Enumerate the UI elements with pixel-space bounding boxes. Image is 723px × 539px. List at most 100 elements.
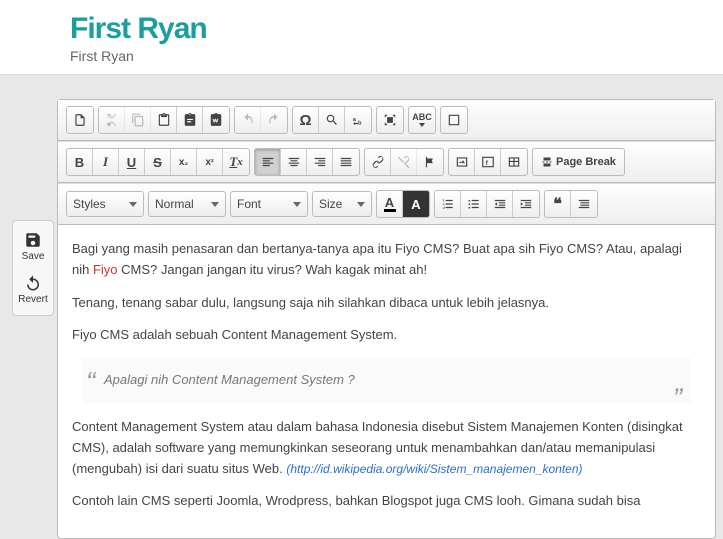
toolbar-row-3: Styles Normal Font Size A A ❝	[58, 183, 715, 225]
align-left-button[interactable]	[255, 149, 281, 175]
font-dropdown[interactable]: Font	[230, 191, 308, 217]
paste-word-button[interactable]	[203, 107, 229, 133]
selectall-button[interactable]	[377, 107, 403, 133]
italic-button[interactable]: I	[93, 149, 119, 175]
align-center-button[interactable]	[281, 149, 307, 175]
paste-button[interactable]	[151, 107, 177, 133]
paste-word-icon	[209, 113, 223, 127]
unlink-icon	[397, 155, 411, 169]
save-icon	[24, 231, 42, 249]
unlink-button[interactable]	[391, 149, 417, 175]
maximize-button[interactable]	[441, 107, 467, 133]
source-button[interactable]	[67, 107, 93, 133]
toolbar-row-2: B I U S x₂ x² Tx f Page Break	[58, 141, 715, 183]
styles-dropdown[interactable]: Styles	[66, 191, 144, 217]
format-label: Normal	[155, 197, 194, 211]
search-icon	[325, 113, 339, 127]
highlighted-text: Fiyo	[93, 262, 118, 277]
align-left-icon	[261, 155, 275, 169]
pagebreak-label: Page Break	[556, 156, 616, 168]
indent-icon	[519, 197, 533, 211]
svg-text:b: b	[358, 121, 362, 127]
blockquote-button[interactable]: ❝	[545, 191, 571, 217]
textcolor-button[interactable]: A	[377, 191, 403, 217]
align-right-button[interactable]	[307, 149, 333, 175]
pagebreak-icon	[541, 155, 553, 169]
redo-button[interactable]	[261, 107, 287, 133]
editor-body[interactable]: Bagi yang masih penasaran dan bertanya-t…	[58, 225, 715, 538]
caret-icon	[211, 202, 219, 207]
revert-icon	[24, 274, 42, 292]
paragraph: Bagi yang masih penasaran dan bertanya-t…	[72, 239, 701, 281]
save-label: Save	[22, 251, 45, 262]
table-icon	[507, 155, 521, 169]
site-tagline: First Ryan	[70, 48, 653, 64]
strike-button[interactable]: S	[145, 149, 171, 175]
size-dropdown[interactable]: Size	[312, 191, 372, 217]
paste-icon	[157, 113, 171, 127]
wiki-link[interactable]: (http://id.wikipedia.org/wiki/Sistem_man…	[286, 462, 582, 476]
ol-icon	[441, 197, 455, 211]
flag-icon	[423, 155, 437, 169]
bulletlist-button[interactable]	[461, 191, 487, 217]
copy-icon	[131, 113, 145, 127]
undo-icon	[241, 113, 255, 127]
div-button[interactable]	[571, 191, 597, 217]
align-justify-button[interactable]	[333, 149, 359, 175]
replace-icon: ab	[351, 113, 365, 127]
flash-button[interactable]: f	[475, 149, 501, 175]
toolbar-row-1: Ω ab ABC	[58, 100, 715, 141]
superscript-button[interactable]: x²	[197, 149, 223, 175]
pagebreak-button[interactable]: Page Break	[533, 149, 624, 175]
anchor-button[interactable]	[417, 149, 443, 175]
cut-button[interactable]	[99, 107, 125, 133]
revert-button[interactable]: Revert	[13, 268, 53, 311]
numberedlist-button[interactable]	[435, 191, 461, 217]
outdent-button[interactable]	[487, 191, 513, 217]
paragraph: Contoh lain CMS seperti Joomla, Wrodpres…	[72, 491, 701, 512]
table-button[interactable]	[501, 149, 527, 175]
subscript-button[interactable]: x₂	[171, 149, 197, 175]
spellcheck-button[interactable]: ABC	[409, 107, 435, 133]
outdent-icon	[493, 197, 507, 211]
document-icon	[73, 113, 87, 127]
removeformat-button[interactable]: Tx	[223, 149, 249, 175]
paste-text-button[interactable]	[177, 107, 203, 133]
undo-button[interactable]	[235, 107, 261, 133]
site-title: First Ryan	[70, 12, 653, 46]
replace-button[interactable]: ab	[345, 107, 371, 133]
action-sidebar: Save Revert	[12, 220, 54, 316]
revert-label: Revert	[18, 294, 47, 305]
caret-icon	[357, 202, 365, 207]
flash-icon: f	[481, 155, 495, 169]
size-label: Size	[319, 197, 342, 211]
format-dropdown[interactable]: Normal	[148, 191, 226, 217]
align-justify-icon	[339, 155, 353, 169]
save-button[interactable]: Save	[13, 225, 53, 268]
maximize-icon	[447, 113, 461, 127]
paragraph: Tenang, tenang sabar dulu, langsung saja…	[72, 293, 701, 314]
specialchar-button[interactable]: Ω	[293, 107, 319, 133]
copy-button[interactable]	[125, 107, 151, 133]
image-icon	[455, 155, 469, 169]
find-button[interactable]	[319, 107, 345, 133]
editor: Ω ab ABC B I U S x₂ x² Tx	[57, 99, 716, 539]
bold-button[interactable]: B	[67, 149, 93, 175]
link-icon	[371, 155, 385, 169]
ul-icon	[467, 197, 481, 211]
bgcolor-button[interactable]: A	[403, 191, 429, 217]
paragraph: Content Management System atau dalam bah…	[72, 417, 701, 479]
link-button[interactable]	[365, 149, 391, 175]
selectall-icon	[383, 113, 397, 127]
caret-icon	[293, 202, 301, 207]
align-right-icon	[313, 155, 327, 169]
underline-button[interactable]: U	[119, 149, 145, 175]
page-header: First Ryan First Ryan	[0, 0, 723, 75]
align-center-icon	[287, 155, 301, 169]
image-button[interactable]	[449, 149, 475, 175]
font-label: Font	[237, 197, 261, 211]
indent-button[interactable]	[513, 191, 539, 217]
div-icon	[577, 197, 591, 211]
paragraph: Fiyo CMS adalah sebuah Content Managemen…	[72, 325, 701, 346]
caret-icon	[129, 202, 137, 207]
